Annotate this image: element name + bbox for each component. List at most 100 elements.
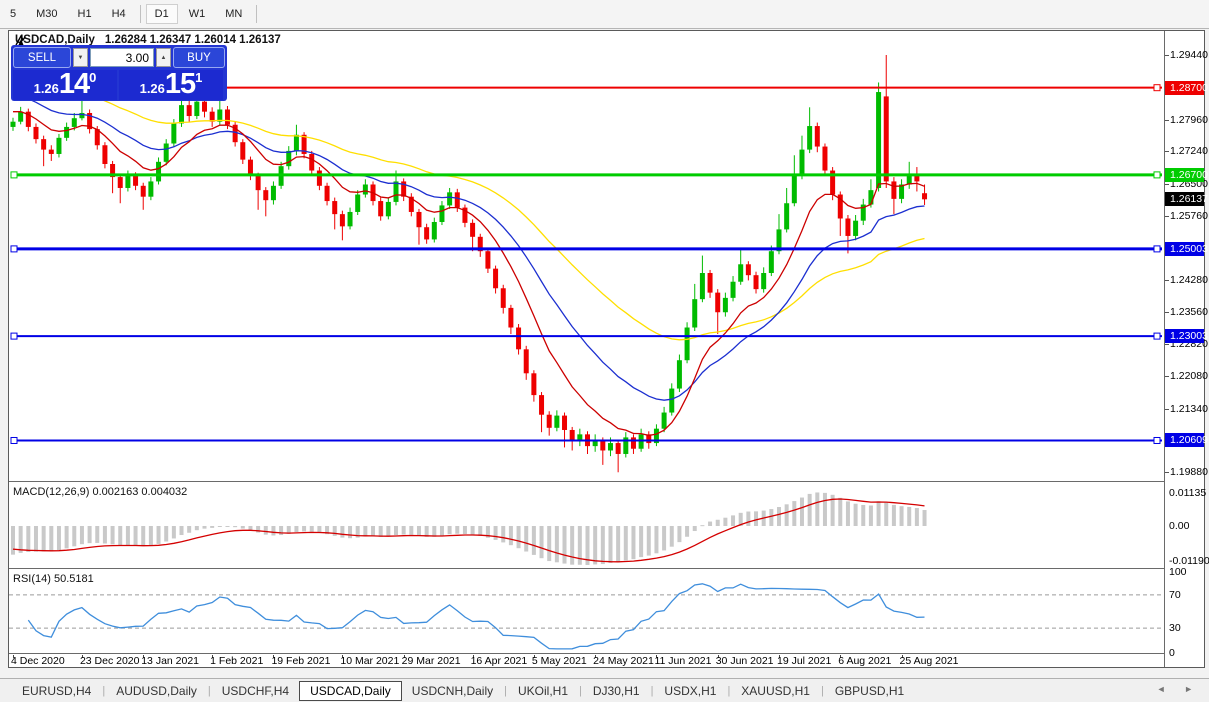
line-anchor[interactable] — [1154, 172, 1160, 178]
macd-histogram-bar — [777, 507, 781, 526]
macd-histogram-bar — [172, 526, 176, 538]
line-anchor[interactable] — [1154, 437, 1160, 443]
tab-separator: | — [651, 685, 654, 697]
timeframe-button-5[interactable]: 5 — [1, 4, 25, 24]
sell-price-display[interactable]: 1.26 14 0 — [13, 70, 117, 100]
tab-gbpusd[interactable]: GBPUSD,H1 — [825, 681, 914, 701]
timeframe-button-d1[interactable]: D1 — [146, 4, 178, 24]
line-anchor[interactable] — [11, 172, 17, 178]
tab-audusd[interactable]: AUDUSD,Daily — [106, 681, 207, 701]
candle — [179, 105, 184, 123]
candle — [815, 126, 820, 146]
rsi-axis-label: 0 — [1169, 647, 1175, 659]
macd-histogram-bar — [42, 526, 46, 551]
tab-ukoil[interactable]: UKOil,H1 — [508, 681, 578, 701]
tab-eurusd[interactable]: EURUSD,H4 — [12, 681, 101, 701]
candle — [118, 177, 123, 188]
price-level-badge: 1.20609 — [1165, 433, 1204, 447]
macd-histogram-bar — [746, 512, 750, 526]
candle — [202, 102, 207, 112]
price-axis: 1.294401.279601.272401.265001.257601.242… — [1165, 31, 1204, 667]
volume-decrease-button[interactable]: ▼ — [73, 48, 88, 67]
date-label: 4 Dec 2020 — [11, 655, 65, 667]
timeframe-toolbar: 5M30H1H4 D1W1MN — [0, 0, 1209, 29]
date-label: 25 Aug 2021 — [900, 655, 959, 667]
macd-histogram-bar — [394, 526, 398, 535]
candle — [600, 440, 605, 450]
candle — [56, 138, 61, 154]
line-anchor[interactable] — [11, 246, 17, 252]
tab-usdcad[interactable]: USDCAD,Daily — [299, 681, 402, 701]
timeframe-button-m30[interactable]: M30 — [27, 4, 66, 24]
price-axis-tick — [1165, 184, 1169, 185]
candle — [133, 176, 138, 186]
date-label: 19 Feb 2021 — [271, 655, 330, 667]
macd-histogram-bar — [478, 526, 482, 536]
candle — [49, 150, 54, 154]
line-anchor[interactable] — [1154, 246, 1160, 252]
price-tick-label: 1.23560 — [1170, 306, 1208, 318]
candle — [455, 192, 460, 207]
sell-price-base: 1.26 — [34, 79, 59, 99]
tab-usdchf[interactable]: USDCHF,H4 — [212, 681, 299, 701]
tab-dj30[interactable]: DJ30,H1 — [583, 681, 650, 701]
line-anchor[interactable] — [1154, 85, 1160, 91]
candle — [922, 193, 927, 199]
macd-histogram-bar — [869, 506, 873, 526]
sell-button[interactable]: SELL — [13, 47, 71, 68]
tab-usdx[interactable]: USDX,H1 — [654, 681, 726, 701]
macd-histogram-bar — [593, 526, 597, 564]
macd-axis-label: 0.00 — [1169, 520, 1189, 532]
line-anchor[interactable] — [1154, 333, 1160, 339]
timeframe-button-h4[interactable]: H4 — [103, 4, 135, 24]
macd-histogram-bar — [103, 526, 107, 543]
candle — [470, 223, 475, 237]
candle — [501, 288, 506, 308]
candle — [822, 147, 827, 171]
macd-histogram-bar — [754, 511, 758, 526]
date-label: 29 Mar 2021 — [402, 655, 461, 667]
timeframe-button-w1[interactable]: W1 — [180, 4, 215, 24]
candle — [125, 176, 130, 188]
tab-separator: | — [208, 685, 211, 697]
chart-tab-bar: EURUSD,H4|AUDUSD,Daily|USDCHF,H4USDCAD,D… — [0, 678, 1209, 702]
macd-histogram-bar — [631, 526, 635, 559]
macd-histogram-bar — [846, 501, 850, 526]
date-label: 5 May 2021 — [532, 655, 587, 667]
macd-histogram-bar — [65, 526, 69, 548]
candle — [485, 251, 490, 268]
pane-separator[interactable] — [9, 568, 1204, 569]
candle — [524, 349, 529, 373]
tab-separator: | — [727, 685, 730, 697]
buy-button[interactable]: BUY — [173, 47, 225, 68]
date-label: 11 Jun 2021 — [654, 655, 711, 667]
volume-increase-button[interactable]: ▲ — [156, 48, 171, 67]
mt4-terminal: 5M30H1H4D1W1MN 4 Dec 202023 Dec 202013 J… — [0, 0, 1209, 702]
date-label: 10 Mar 2021 — [340, 655, 399, 667]
line-anchor[interactable] — [11, 333, 17, 339]
macd-histogram-bar — [111, 526, 115, 544]
macd-histogram-bar — [26, 526, 30, 552]
tab-scroll-arrows[interactable]: ◄ ► — [1157, 684, 1201, 694]
macd-histogram-bar — [524, 526, 528, 552]
price-axis-tick — [1165, 120, 1169, 121]
tab-usdcnh[interactable]: USDCNH,Daily — [402, 681, 503, 701]
sell-price-point: 0 — [89, 71, 96, 84]
buy-price-display[interactable]: 1.26 15 1 — [119, 70, 223, 100]
candle — [761, 273, 766, 289]
volume-input[interactable]: 3.00 — [90, 48, 154, 67]
macd-histogram-bar — [417, 526, 421, 536]
macd-histogram-bar — [264, 526, 268, 535]
pane-separator[interactable] — [9, 481, 1204, 482]
macd-histogram-bar — [861, 505, 865, 526]
timeframe-button-h1[interactable]: H1 — [69, 4, 101, 24]
tab-xauusd[interactable]: XAUUSD,H1 — [731, 681, 820, 701]
macd-histogram-bar — [225, 526, 229, 527]
price-tick-label: 1.24280 — [1170, 274, 1208, 286]
line-anchor[interactable] — [11, 437, 17, 443]
macd-histogram-bar — [463, 526, 467, 534]
macd-histogram-bar — [271, 526, 275, 535]
macd-histogram-bar — [218, 526, 222, 527]
timeframe-button-mn[interactable]: MN — [216, 4, 251, 24]
macd-histogram-bar — [785, 504, 789, 526]
